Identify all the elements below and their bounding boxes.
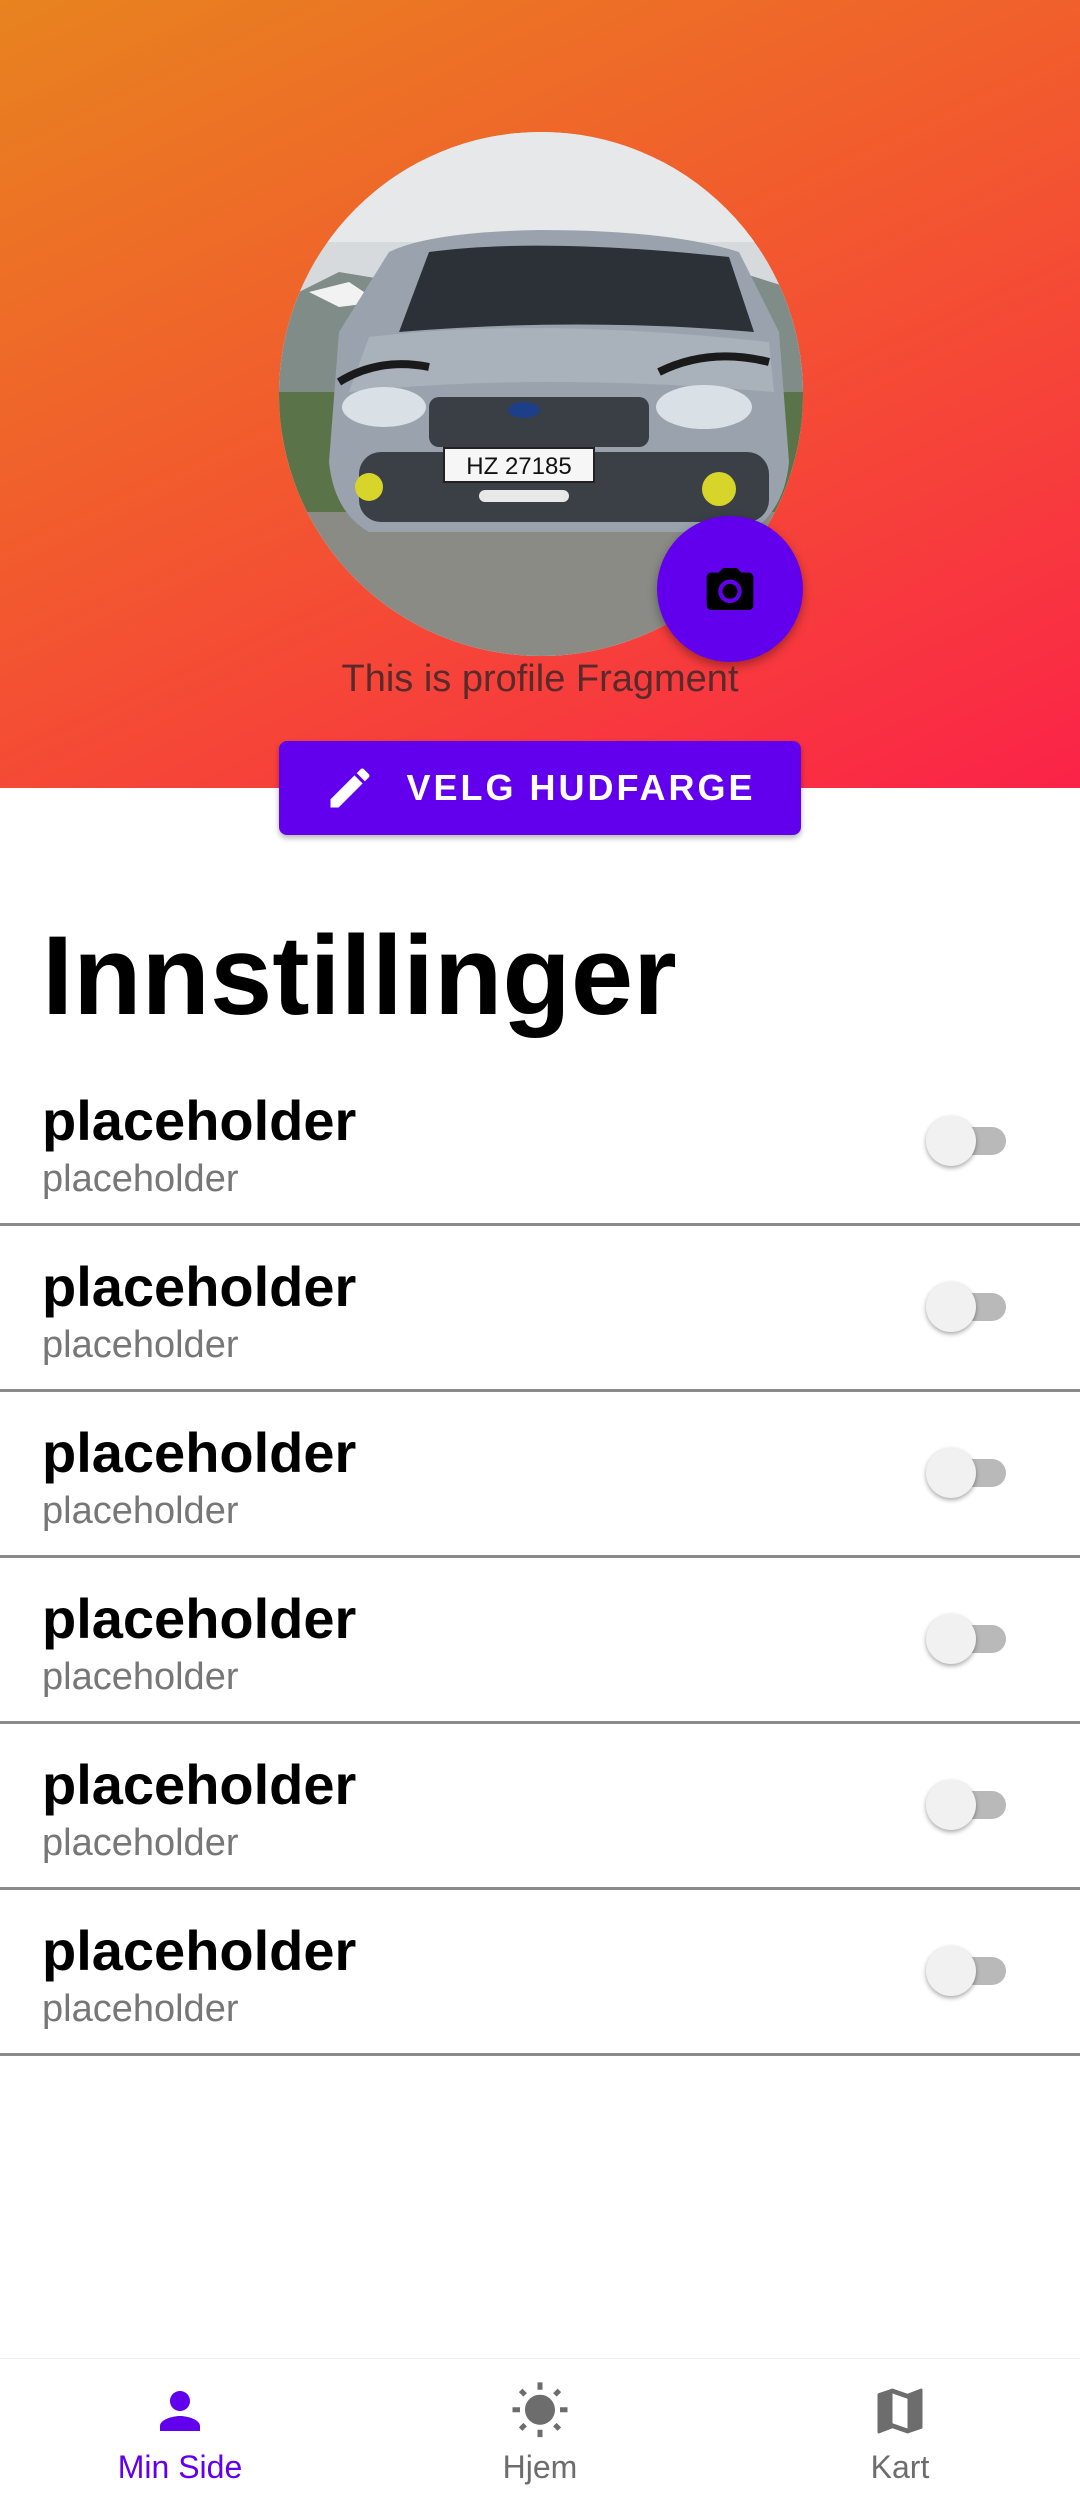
nav-label: Hjem xyxy=(502,2449,578,2485)
nav-label: Min Side xyxy=(117,2449,243,2485)
nav-item-min-side[interactable]: Min Side xyxy=(0,2359,360,2508)
map-icon xyxy=(877,2388,923,2434)
pick-skin-color-label: VELG HUDFARGE xyxy=(406,767,756,808)
setting-subtitle: placeholder xyxy=(42,1988,239,2030)
setting-row: placeholder placeholder xyxy=(0,1724,1080,1890)
setting-row: placeholder placeholder xyxy=(0,1226,1080,1392)
setting-title: placeholder xyxy=(42,1089,357,1152)
setting-toggle[interactable] xyxy=(926,1780,1010,1830)
settings-title: Innstillinger xyxy=(42,913,677,1038)
change-photo-button[interactable] xyxy=(657,516,803,662)
pencil-icon xyxy=(330,768,370,808)
setting-subtitle: placeholder xyxy=(42,1656,239,1698)
setting-title: placeholder xyxy=(42,1421,357,1484)
setting-row: placeholder placeholder xyxy=(0,1890,1080,2056)
license-plate-text: HZ 27185 xyxy=(466,453,571,480)
nav-label: Kart xyxy=(870,2449,930,2485)
setting-title: placeholder xyxy=(42,1587,357,1650)
settings-list: placeholder placeholder placeholder plac… xyxy=(0,1060,1080,2056)
bottom-navigation: Min Side Hjem Kart xyxy=(0,2358,1080,2508)
profile-header: HZ 27185 This is profile Fragment xyxy=(0,0,1080,788)
setting-title: placeholder xyxy=(42,1753,357,1816)
setting-toggle[interactable] xyxy=(926,1282,1010,1332)
setting-subtitle: placeholder xyxy=(42,1158,239,1200)
setting-toggle[interactable] xyxy=(926,1946,1010,1996)
setting-subtitle: placeholder xyxy=(42,1822,239,1864)
setting-toggle[interactable] xyxy=(926,1116,1010,1166)
setting-row: placeholder placeholder xyxy=(0,1392,1080,1558)
camera-icon xyxy=(706,568,754,610)
person-icon xyxy=(160,2391,200,2431)
nav-item-hjem[interactable]: Hjem xyxy=(360,2359,720,2508)
setting-subtitle: placeholder xyxy=(42,1490,239,1532)
setting-row: placeholder placeholder xyxy=(0,1558,1080,1724)
setting-title: placeholder xyxy=(42,1255,357,1318)
pick-skin-color-button[interactable]: VELG HUDFARGE xyxy=(279,741,801,835)
setting-subtitle: placeholder xyxy=(42,1324,239,1366)
profile-caption: This is profile Fragment xyxy=(341,658,739,700)
setting-row: placeholder placeholder xyxy=(0,1060,1080,1226)
setting-title: placeholder xyxy=(42,1919,357,1982)
sun-icon xyxy=(512,2382,568,2438)
nav-item-kart[interactable]: Kart xyxy=(720,2359,1080,2508)
setting-toggle[interactable] xyxy=(926,1614,1010,1664)
setting-toggle[interactable] xyxy=(926,1448,1010,1498)
